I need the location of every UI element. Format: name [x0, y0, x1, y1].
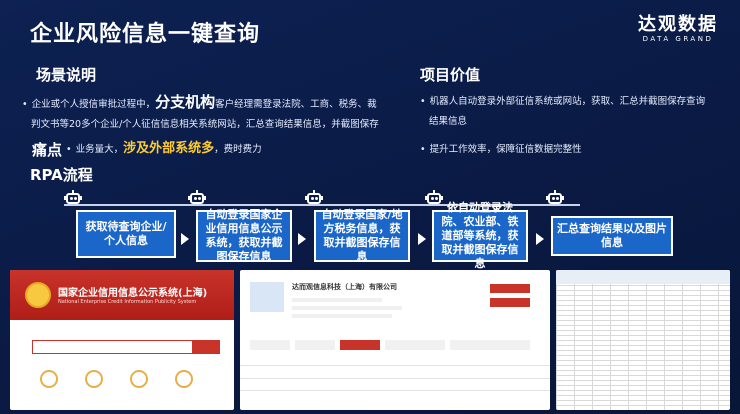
scenario-line1-post: 客户经理需登录法院、工商、税务、裁 — [215, 99, 377, 110]
value-heading: 项目价值 — [420, 66, 481, 84]
emblem-icon — [25, 282, 51, 308]
placeholder-bar — [292, 306, 402, 310]
red-button[interactable] — [490, 298, 530, 307]
scenario-highlight: 分支机构 — [155, 93, 216, 111]
arrow-icon — [536, 233, 544, 245]
gsxt-subtitle: National Enterprise Credit Information P… — [58, 299, 197, 305]
tab[interactable] — [295, 340, 335, 350]
screenshot-spreadsheet — [556, 270, 730, 410]
value-text: 机器人自动登录外部征信系统或网站，获取、汇总并截图保存查询 结果信息 提升工作效… — [420, 92, 720, 160]
logo-en: DATA GRAND — [642, 35, 714, 43]
arrow-icon — [298, 233, 306, 245]
rpa-step-3: 自动登录国家/地方税务信息，获取并截图保存信息 — [314, 208, 410, 263]
spreadsheet-grid — [556, 270, 730, 410]
tab[interactable] — [385, 340, 445, 350]
divider — [240, 390, 550, 391]
robot-icon — [188, 190, 206, 206]
scenario-heading: 场景说明 — [36, 66, 97, 84]
pain-post: ，费时费力 — [214, 144, 262, 155]
circle-icon — [40, 370, 58, 388]
rpa-step-2: 自动登录国家企业信用信息公示系统，获取并截图保存信息 — [196, 208, 292, 263]
pain-highlight: 涉及外部系统多 — [123, 141, 215, 156]
logo-cn: 达观数据 — [638, 14, 718, 35]
scenario-text: 企业或个人授信审批过程中，分支机构客户经理需登录法院、工商、税务、裁 判文书等2… — [22, 92, 392, 135]
company-logo — [250, 282, 284, 312]
arrow-icon — [181, 233, 189, 245]
divider — [240, 365, 550, 366]
company-name: 达而观信息科技（上海）有限公司 — [292, 283, 397, 291]
arrow-icon — [418, 233, 426, 245]
screenshot-gsxt: 国家企业信用信息公示系统(上海) National Enterprise Cre… — [10, 270, 234, 410]
rpa-step-5: 汇总查询结果以及图片信息 — [551, 216, 673, 256]
circle-icon — [175, 370, 193, 388]
brand-logo: 达观数据 DATA GRAND — [638, 10, 718, 43]
spreadsheet-ribbon — [556, 270, 730, 284]
tab[interactable] — [450, 340, 530, 350]
tab-active[interactable] — [340, 340, 380, 350]
value-line3: 提升工作效率，保障征信数据完整性 — [420, 140, 720, 160]
circle-icon — [85, 370, 103, 388]
pain-text: 业务量大，涉及外部系统多，费时费力 — [66, 139, 262, 160]
robot-icon — [546, 190, 564, 206]
rpa-step-4: 依自动登录法院、农业部、铁道部等系统，获取并截图保存信息 — [432, 201, 528, 270]
robot-icon — [305, 190, 323, 206]
screenshot-company-detail: 达而观信息科技（上海）有限公司 — [240, 270, 550, 410]
value-line2: 结果信息 — [429, 116, 468, 127]
page-title: 企业风险信息一键查询 — [30, 22, 261, 47]
tab[interactable] — [250, 340, 290, 350]
gsxt-title: 国家企业信用信息公示系统(上海) — [58, 288, 208, 299]
robot-icon — [64, 190, 82, 206]
scenario-line1-pre: 企业或个人授信审批过程中， — [31, 99, 156, 110]
gsxt-search-input[interactable] — [32, 340, 194, 354]
scenario-line2: 判文书等20多个企业/个人征信信息相关系统网站，汇总查询结果信息，并截图保存 — [31, 119, 379, 130]
rpa-step-1: 获取待查询企业/个人信息 — [76, 210, 176, 258]
divider — [240, 378, 550, 379]
pain-pre: 业务量大， — [75, 144, 124, 155]
gsxt-search-button[interactable] — [192, 340, 220, 354]
slide: 企业风险信息一键查询 达观数据 DATA GRAND 场景说明 企业或个人授信审… — [0, 0, 740, 414]
placeholder-bar — [292, 298, 382, 302]
value-line1: 机器人自动登录外部征信系统或网站，获取、汇总并截图保存查询 — [420, 92, 720, 112]
circle-icon — [130, 370, 148, 388]
rpa-heading: RPA流程 — [30, 166, 93, 184]
placeholder-bar — [292, 314, 392, 318]
red-button[interactable] — [490, 284, 530, 293]
pain-heading: 痛点 — [32, 141, 63, 159]
